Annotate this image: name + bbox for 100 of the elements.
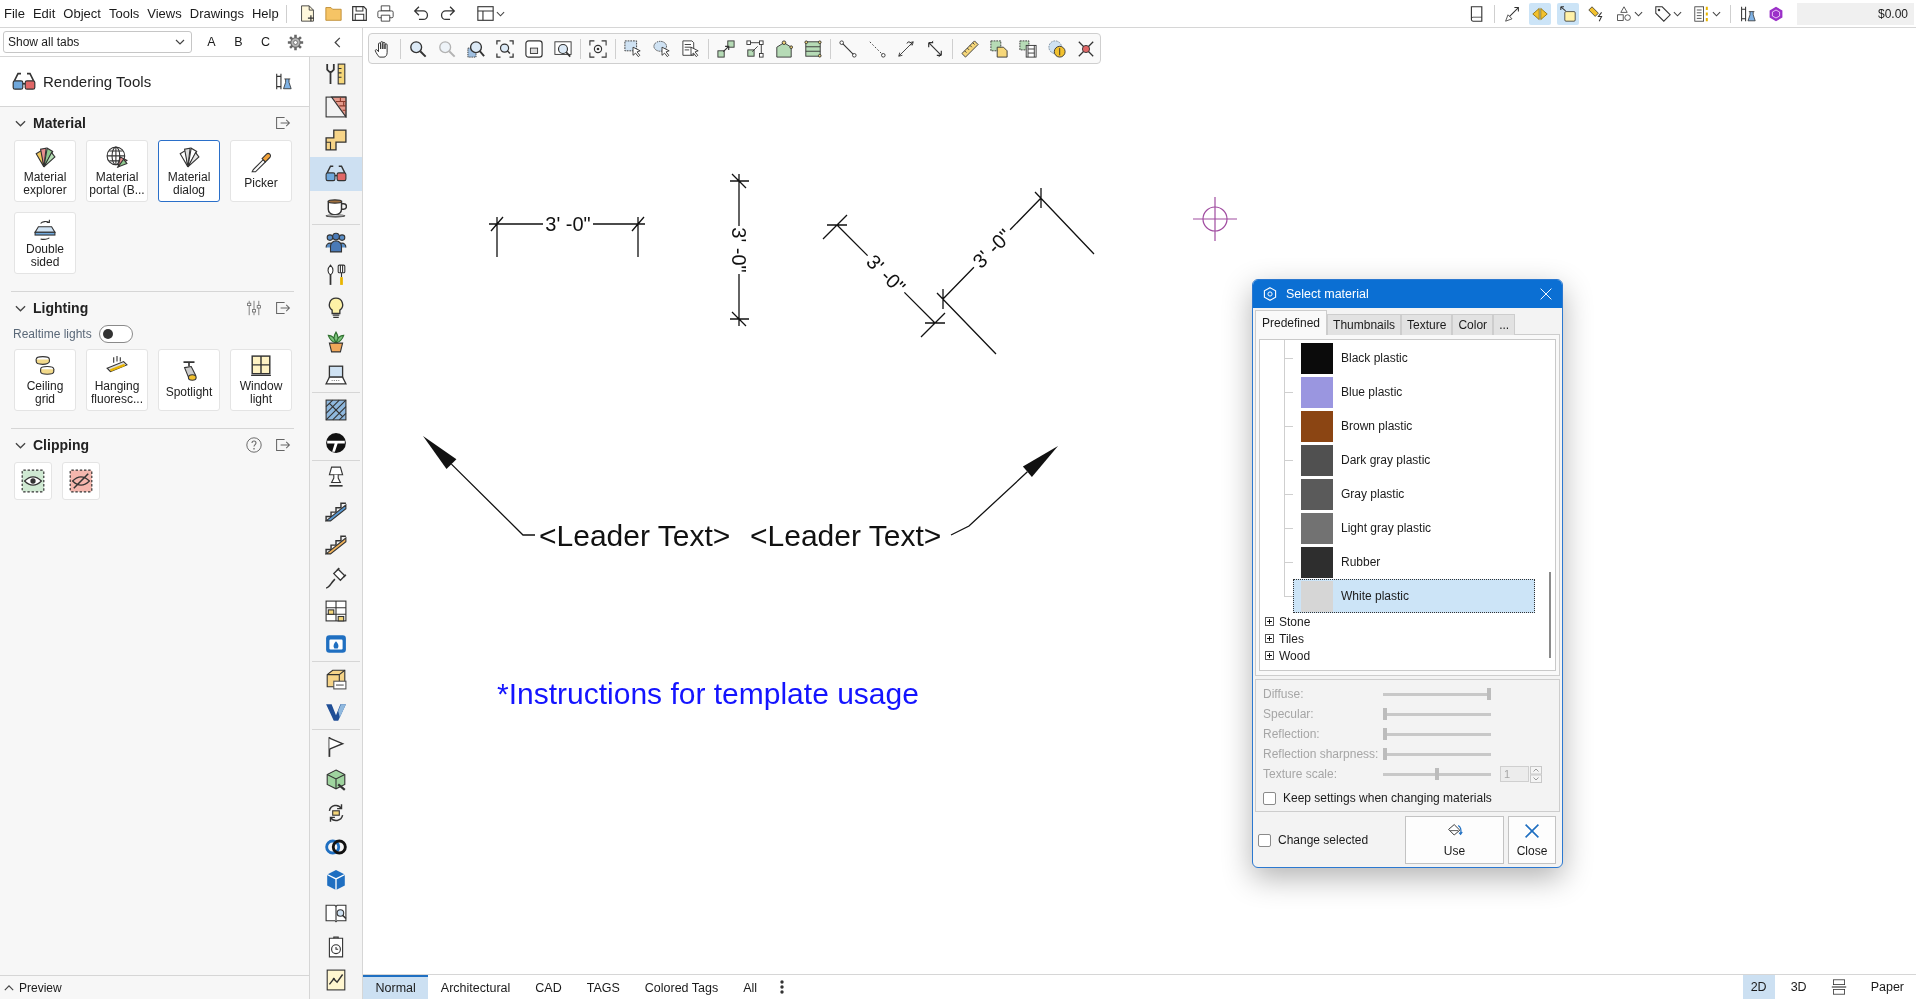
tool-button[interactable]: Spotlight xyxy=(158,349,220,411)
category-item[interactable]: Stone xyxy=(1265,613,1311,630)
letter-button[interactable]: A xyxy=(198,31,225,53)
film-strip-icon[interactable] xyxy=(1019,39,1037,58)
material-item[interactable]: Blue plastic xyxy=(1293,375,1535,409)
tool-button[interactable]: Material portal (B... xyxy=(86,140,148,202)
close-icon[interactable] xyxy=(1540,288,1552,300)
material-item[interactable]: Gray plastic xyxy=(1293,477,1535,511)
caret-icon[interactable] xyxy=(495,10,505,17)
tool-button[interactable] xyxy=(62,462,100,500)
preview-toggle[interactable]: Preview xyxy=(4,980,62,995)
material-item[interactable]: Brown plastic xyxy=(1293,409,1535,443)
shape-points-icon[interactable] xyxy=(775,39,793,58)
mode-button[interactable]: 3D xyxy=(1782,975,1815,999)
category-item[interactable]: Wood xyxy=(1265,647,1311,664)
mode-button[interactable]: Paper xyxy=(1862,975,1912,999)
menu-item[interactable]: Drawings xyxy=(185,3,248,24)
tab[interactable]: Texture xyxy=(1401,314,1453,335)
line-icon[interactable] xyxy=(839,39,857,58)
use-button[interactable]: Use xyxy=(1405,816,1504,864)
magnifier-box-icon[interactable] xyxy=(467,39,485,58)
hexagon-icon xyxy=(1768,5,1784,22)
dimension-text: 3' -0" xyxy=(862,250,910,298)
eyedropper-icon xyxy=(250,152,272,174)
more-icon[interactable] xyxy=(779,980,784,994)
box-select-icon[interactable] xyxy=(624,39,642,58)
view-tab[interactable]: CAD xyxy=(522,975,575,999)
letter-button[interactable]: B xyxy=(225,31,252,53)
menu-item[interactable]: Edit xyxy=(28,3,60,24)
save-icon[interactable] xyxy=(350,5,368,22)
checkbox[interactable] xyxy=(1258,833,1271,847)
tool-button[interactable]: Material explorer xyxy=(14,140,76,202)
tab[interactable]: Predefined xyxy=(1255,310,1328,335)
menu-item[interactable]: Views xyxy=(143,3,186,24)
sliders-icon[interactable] xyxy=(246,300,262,316)
print-icon[interactable] xyxy=(376,5,394,22)
ruler-icon[interactable] xyxy=(961,39,979,58)
magnifier-icon[interactable] xyxy=(409,39,427,58)
letter-button[interactable]: C xyxy=(252,31,279,53)
view-tab[interactable]: All xyxy=(730,975,770,999)
chevron-left-icon[interactable] xyxy=(332,36,343,48)
grid-points-icon[interactable] xyxy=(804,39,822,58)
dashed-line-icon[interactable] xyxy=(868,39,886,58)
export-icon[interactable] xyxy=(275,437,291,453)
coin-icon[interactable] xyxy=(1048,39,1066,58)
tab-filter-dropdown[interactable]: Show all tabs xyxy=(3,31,192,53)
help-icon[interactable] xyxy=(246,437,262,453)
menu-item[interactable]: File xyxy=(0,3,29,24)
close-button[interactable]: Close xyxy=(1508,816,1556,864)
view-tab[interactable]: Architectural xyxy=(428,975,523,999)
material-item[interactable]: Light gray plastic xyxy=(1293,511,1535,545)
material-item[interactable]: Black plastic xyxy=(1293,341,1535,375)
checkbox[interactable] xyxy=(1263,791,1276,805)
export-icon[interactable] xyxy=(275,300,291,316)
dimension-icon[interactable] xyxy=(897,39,915,58)
undo-icon[interactable] xyxy=(412,5,430,22)
magnifier-frame-icon[interactable] xyxy=(554,39,572,58)
lasso-select-icon[interactable] xyxy=(653,39,671,58)
tool-button[interactable]: Hanging fluoresc... xyxy=(86,349,148,411)
toggle-switch[interactable] xyxy=(98,325,133,343)
tool-button[interactable]: Window light xyxy=(230,349,292,411)
magnifier-corners-icon[interactable] xyxy=(496,39,514,58)
material-item[interactable]: White plastic xyxy=(1293,579,1535,613)
tab[interactable]: Color xyxy=(1452,314,1494,335)
material-item[interactable]: Rubber xyxy=(1293,545,1535,579)
redo-icon[interactable] xyxy=(438,5,456,22)
menu-item[interactable]: Tools xyxy=(104,3,144,24)
category-button[interactable] xyxy=(310,157,362,191)
material-item[interactable]: Dark gray plastic xyxy=(1293,443,1535,477)
menu-item[interactable]: Help xyxy=(247,3,283,24)
people-icon xyxy=(325,230,347,253)
move-squares-icon[interactable] xyxy=(717,39,735,58)
target-icon[interactable] xyxy=(589,39,607,58)
mode-button[interactable]: 2D xyxy=(1742,975,1775,999)
tool-button[interactable] xyxy=(14,462,52,500)
export-icon[interactable] xyxy=(275,115,291,131)
cross-icon[interactable] xyxy=(1077,39,1095,58)
view-tab[interactable]: Colored Tags xyxy=(632,975,731,999)
toolbar-button[interactable] xyxy=(1557,2,1579,25)
rounded-square-icon[interactable] xyxy=(525,39,543,58)
measure-arrow-icon[interactable] xyxy=(926,39,944,58)
scrollbar[interactable] xyxy=(1549,572,1551,658)
tool-button[interactable]: Material dialog xyxy=(158,140,220,202)
tool-button[interactable]: Ceiling grid xyxy=(14,349,76,411)
category-item[interactable]: Tiles xyxy=(1265,630,1304,647)
document-select-icon[interactable] xyxy=(682,39,700,58)
tab[interactable]: Thumbnails xyxy=(1327,314,1402,335)
view-tab[interactable]: TAGS xyxy=(574,975,633,999)
spinner-arrows-icon[interactable] xyxy=(1530,765,1542,783)
menu-item[interactable]: Object xyxy=(59,3,105,24)
tab[interactable]: ... xyxy=(1493,314,1516,335)
copy-icon[interactable] xyxy=(990,39,1008,58)
new-file-icon[interactable] xyxy=(298,5,316,22)
layout-icon[interactable] xyxy=(476,5,494,22)
flask-rack-icon[interactable] xyxy=(275,73,292,90)
settings-icon[interactable] xyxy=(287,33,304,51)
resize-handles-icon[interactable] xyxy=(746,39,764,58)
tool-button[interactable]: Double sided xyxy=(14,212,76,274)
tool-button[interactable]: Picker xyxy=(230,140,292,202)
view-tab[interactable]: Normal xyxy=(363,975,429,999)
